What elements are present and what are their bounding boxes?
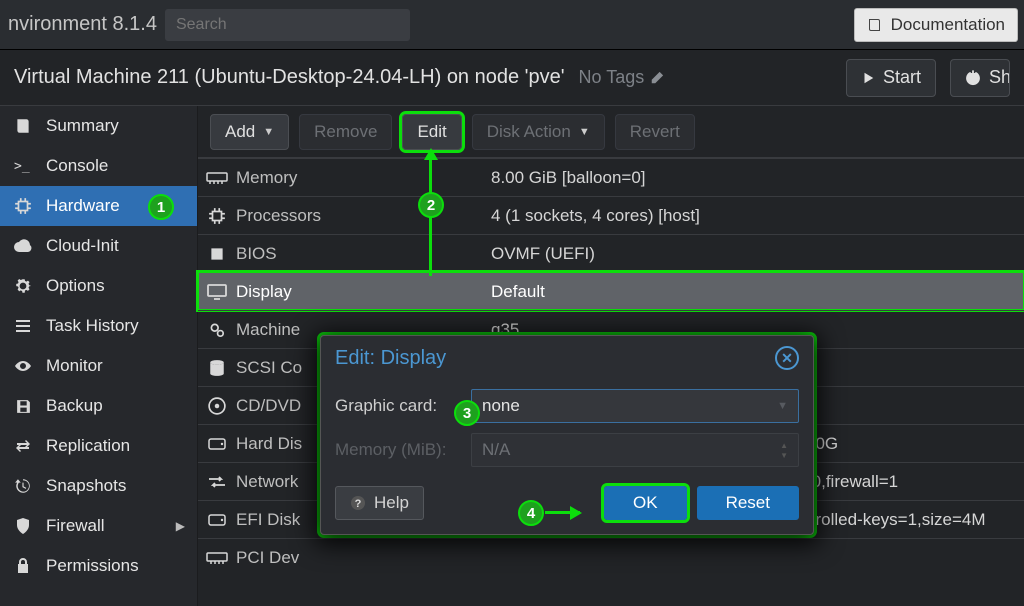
sidebar-item-console[interactable]: >_ Console	[0, 146, 197, 186]
shield-icon	[12, 517, 34, 535]
reset-button[interactable]: Reset	[697, 486, 799, 520]
history-icon	[12, 477, 34, 495]
chip-icon	[12, 197, 34, 215]
dialog-body: Graphic card: none ▼ Memory (MiB): N/A ▲…	[321, 376, 813, 476]
sync-icon	[12, 438, 34, 454]
graphic-card-select[interactable]: none ▼	[471, 389, 799, 423]
sidebar-item-options[interactable]: Options	[0, 266, 197, 306]
graphic-card-label: Graphic card:	[335, 396, 463, 416]
sidebar-item-snapshots[interactable]: Snapshots	[0, 466, 197, 506]
sidebar-item-firewall[interactable]: Firewall ▶	[0, 506, 197, 546]
hw-row-bios[interactable]: BIOS OVMF (UEFI)	[198, 234, 1024, 272]
sidebar-item-summary[interactable]: Summary	[0, 106, 197, 146]
power-icon	[965, 70, 981, 86]
chip-icon	[198, 245, 236, 263]
annotation-badge-3: 3	[454, 400, 480, 426]
hdd-icon	[198, 436, 236, 452]
no-tags-label[interactable]: No Tags	[579, 67, 665, 88]
cloud-icon	[12, 239, 34, 253]
book-icon	[12, 117, 34, 135]
terminal-icon: >_	[12, 159, 34, 173]
product-brand: nvironment 8.1.4	[6, 13, 157, 36]
hw-row-processors[interactable]: Processors 4 (1 sockets, 4 cores) [host]	[198, 196, 1024, 234]
hardware-toolbar: Add ▼ Remove Edit Disk Action ▼ Revert	[198, 106, 1024, 158]
vm-title-bar: Virtual Machine 211 (Ubuntu-Desktop-24.0…	[0, 50, 1024, 106]
documentation-button[interactable]: Documentation	[854, 8, 1018, 42]
network-icon	[198, 475, 236, 489]
annotation-badge-4: 4	[518, 500, 544, 526]
pci-icon	[198, 551, 236, 565]
close-icon[interactable]: ✕	[775, 346, 799, 370]
hw-row-memory[interactable]: Memory 8.00 GiB [balloon=0]	[198, 158, 1024, 196]
gear-icon	[12, 277, 34, 295]
annotation-arrow	[545, 511, 580, 514]
stepper-icon: ▲▼	[780, 441, 788, 460]
start-button[interactable]: Start	[846, 59, 936, 97]
chevron-right-icon: ▶	[176, 519, 185, 533]
sidebar-item-permissions[interactable]: Permissions	[0, 546, 197, 586]
remove-button[interactable]: Remove	[299, 114, 392, 150]
lock-icon	[12, 557, 34, 575]
revert-button[interactable]: Revert	[615, 114, 695, 150]
add-button[interactable]: Add ▼	[210, 114, 289, 150]
svg-text:?: ?	[355, 498, 362, 510]
memory-mib-label: Memory (MiB):	[335, 440, 463, 460]
hw-row-display[interactable]: Display Default	[198, 272, 1024, 310]
disc-icon	[198, 397, 236, 415]
list-icon	[12, 318, 34, 334]
database-icon	[198, 359, 236, 377]
sidebar-item-backup[interactable]: Backup	[0, 386, 197, 426]
ok-button[interactable]: OK	[604, 486, 687, 520]
shutdown-button[interactable]: Shut	[950, 59, 1010, 97]
vm-title: Virtual Machine 211 (Ubuntu-Desktop-24.0…	[14, 66, 565, 89]
annotation-badge-1: 1	[148, 194, 174, 220]
hdd-icon	[198, 512, 236, 528]
edit-display-dialog: Edit: Display ✕ Graphic card: none ▼ Mem…	[320, 335, 814, 535]
save-icon	[12, 398, 34, 415]
hw-row-pcidev[interactable]: PCI Dev	[198, 538, 1024, 576]
sidebar: Summary >_ Console Hardware Cloud-Init O…	[0, 106, 198, 606]
annotation-badge-2: 2	[418, 192, 444, 218]
top-header: nvironment 8.1.4 Documentation	[0, 0, 1024, 50]
question-icon: ?	[350, 495, 366, 511]
chevron-down-icon: ▼	[777, 400, 788, 412]
chevron-down-icon: ▼	[579, 126, 590, 138]
search-wrap	[165, 9, 410, 41]
gears-icon	[198, 321, 236, 339]
sidebar-item-cloud-init[interactable]: Cloud-Init	[0, 226, 197, 266]
book-icon	[867, 17, 883, 33]
dialog-title: Edit: Display	[335, 347, 446, 370]
edit-button[interactable]: Edit	[402, 114, 461, 150]
dialog-footer: ? Help OK Reset	[321, 476, 813, 534]
sidebar-item-task-history[interactable]: Task History	[0, 306, 197, 346]
memory-mib-input: N/A ▲▼	[471, 433, 799, 467]
pencil-icon	[650, 71, 664, 85]
memory-icon	[198, 171, 236, 185]
help-button[interactable]: ? Help	[335, 486, 424, 520]
svg-text:>_: >_	[14, 159, 30, 173]
cpu-icon	[198, 207, 236, 225]
play-icon	[861, 71, 875, 85]
sidebar-item-replication[interactable]: Replication	[0, 426, 197, 466]
eye-icon	[12, 359, 34, 373]
monitor-icon	[198, 284, 236, 300]
dialog-header: Edit: Display ✕	[321, 336, 813, 376]
sidebar-item-monitor[interactable]: Monitor	[0, 346, 197, 386]
chevron-down-icon: ▼	[263, 126, 274, 138]
search-input[interactable]	[165, 9, 410, 41]
disk-action-button[interactable]: Disk Action ▼	[472, 114, 605, 150]
